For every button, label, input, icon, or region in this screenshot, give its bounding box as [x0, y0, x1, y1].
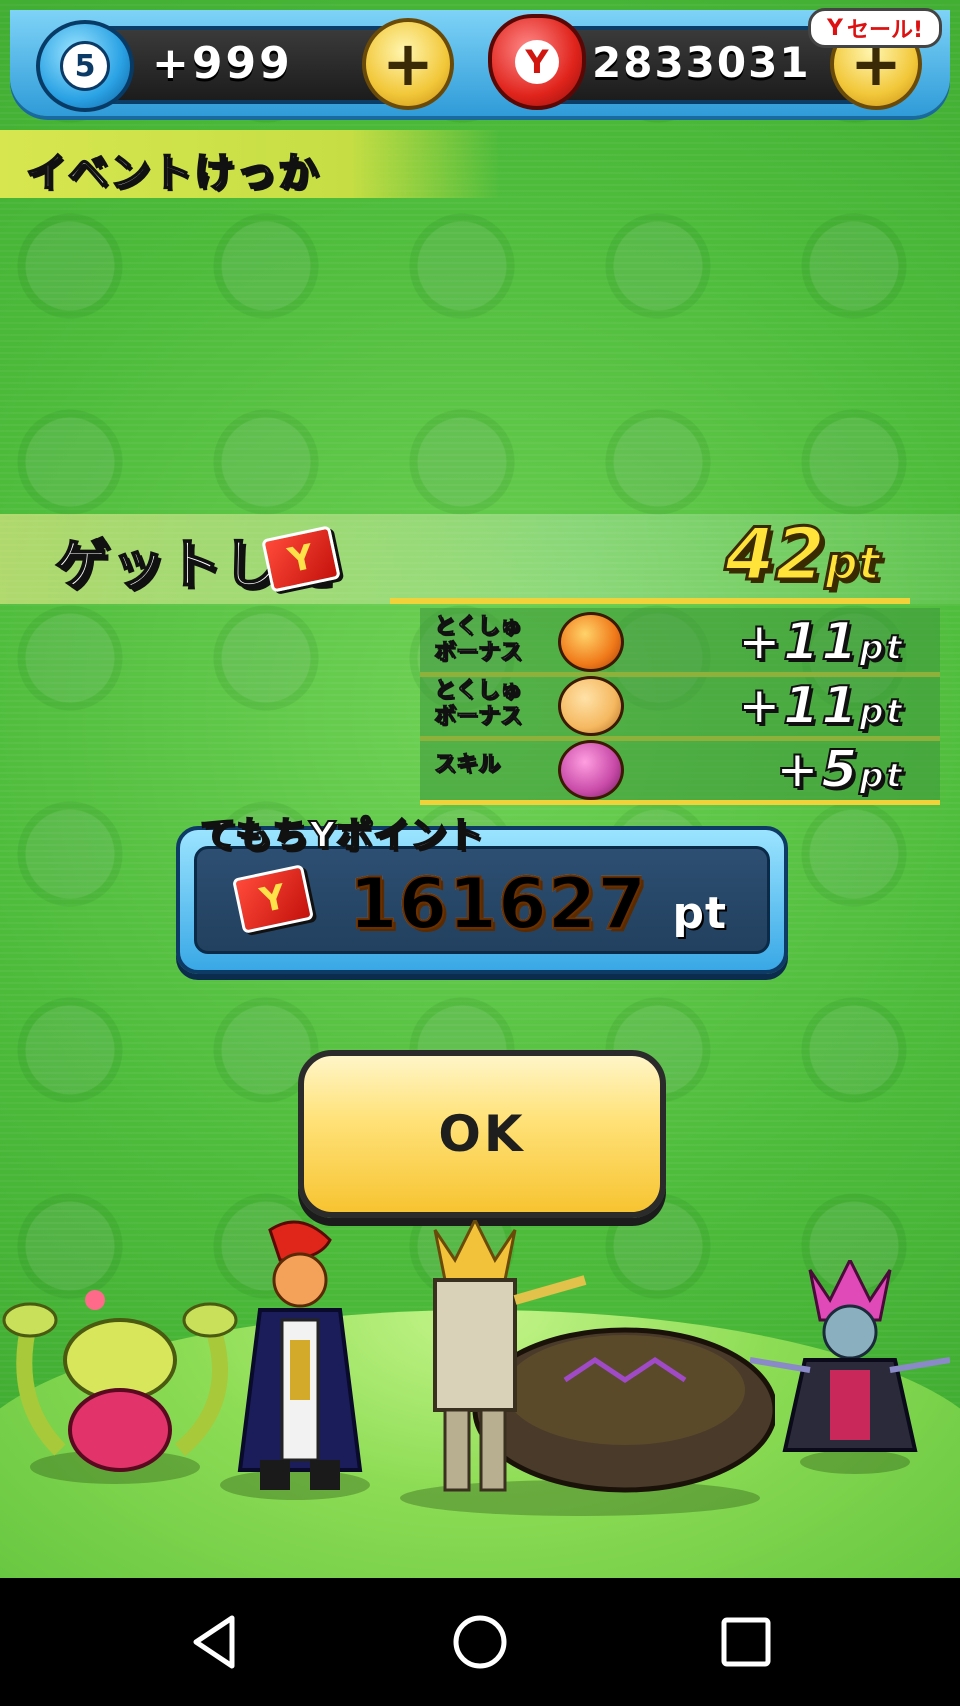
- plant-yokai-character: [2, 1290, 238, 1472]
- recent-apps-icon[interactable]: [716, 1612, 776, 1672]
- armored-yokai-on-turtle-character: [433, 1220, 775, 1493]
- game-screen: 5 +999 + Y 2833031 + Y セール! イベントけっか ゲットし…: [0, 0, 960, 1578]
- bonus-value-number: +5: [775, 739, 860, 801]
- points-number: 161627: [348, 862, 648, 946]
- bonus-value-unit: pt: [858, 755, 904, 797]
- ok-button[interactable]: OK: [298, 1050, 666, 1218]
- money-y-icon: Y: [515, 40, 559, 84]
- red-hair-yokai-character: [237, 1220, 363, 1490]
- bonus-value-number: +11: [736, 611, 860, 673]
- section-title: イベントけっか: [25, 149, 320, 197]
- bonus-label: スキル: [434, 752, 544, 778]
- bonus-row: スキル +5pt: [420, 736, 940, 805]
- result-total-unit: pt: [824, 535, 882, 592]
- bonus-row: とくしゅ ボーナス +11pt: [420, 672, 940, 741]
- section-banner: イベントけっか: [0, 130, 500, 198]
- system-navigation-bar: [0, 1578, 960, 1706]
- bonus-label-line1: とくしゅ: [434, 678, 522, 704]
- bonus-row: とくしゅ ボーナス +11pt: [420, 608, 940, 677]
- bonus-value: +11pt: [736, 675, 904, 737]
- cat-yokai-face-icon: [558, 676, 624, 736]
- sale-badge-label: セール!: [846, 18, 923, 43]
- bonus-value-unit: pt: [858, 627, 904, 669]
- stamina-level: 5: [60, 41, 110, 91]
- bonus-label-line2: ボーナス: [434, 640, 523, 666]
- bonus-label: とくしゅ ボーナス: [434, 614, 544, 666]
- money-purse-icon: Y: [488, 14, 586, 110]
- y-card-icon: Y: [231, 864, 315, 934]
- back-icon[interactable]: [186, 1612, 246, 1672]
- add-stamina-button[interactable]: +: [362, 18, 454, 110]
- sale-badge-icon: Y: [827, 15, 843, 41]
- result-total: 42pt: [723, 511, 882, 598]
- points-value: 161627 pt: [348, 862, 727, 946]
- fire-yokai-face-icon: [558, 612, 624, 672]
- points-inner: Y 161627 pt: [194, 846, 770, 954]
- money-amount: 2833031: [592, 38, 811, 87]
- stamina-count: +999: [152, 38, 293, 89]
- sale-badge[interactable]: Y セール!: [808, 8, 942, 48]
- points-unit: pt: [672, 888, 727, 939]
- result-underline: [390, 598, 910, 604]
- bonus-value-unit: pt: [858, 691, 904, 733]
- bonus-value: +5pt: [775, 739, 904, 801]
- bonus-label-line2: ボーナス: [434, 704, 523, 730]
- pink-demon-yokai-character: [750, 1260, 950, 1452]
- demon-yokai-face-icon: [558, 740, 624, 800]
- bonus-label: とくしゅ ボーナス: [434, 678, 544, 730]
- bonus-value: +11pt: [736, 611, 904, 673]
- bonus-value-number: +11: [736, 675, 860, 737]
- points-title: てもちYポイント: [199, 814, 485, 857]
- home-icon[interactable]: [450, 1612, 510, 1672]
- result-total-value: 42: [723, 511, 826, 598]
- stamina-icon: 5: [36, 20, 134, 112]
- bonus-label-line1: とくしゅ: [434, 614, 522, 640]
- ok-button-label: OK: [438, 1105, 526, 1163]
- bonus-label-line1: スキル: [434, 752, 501, 778]
